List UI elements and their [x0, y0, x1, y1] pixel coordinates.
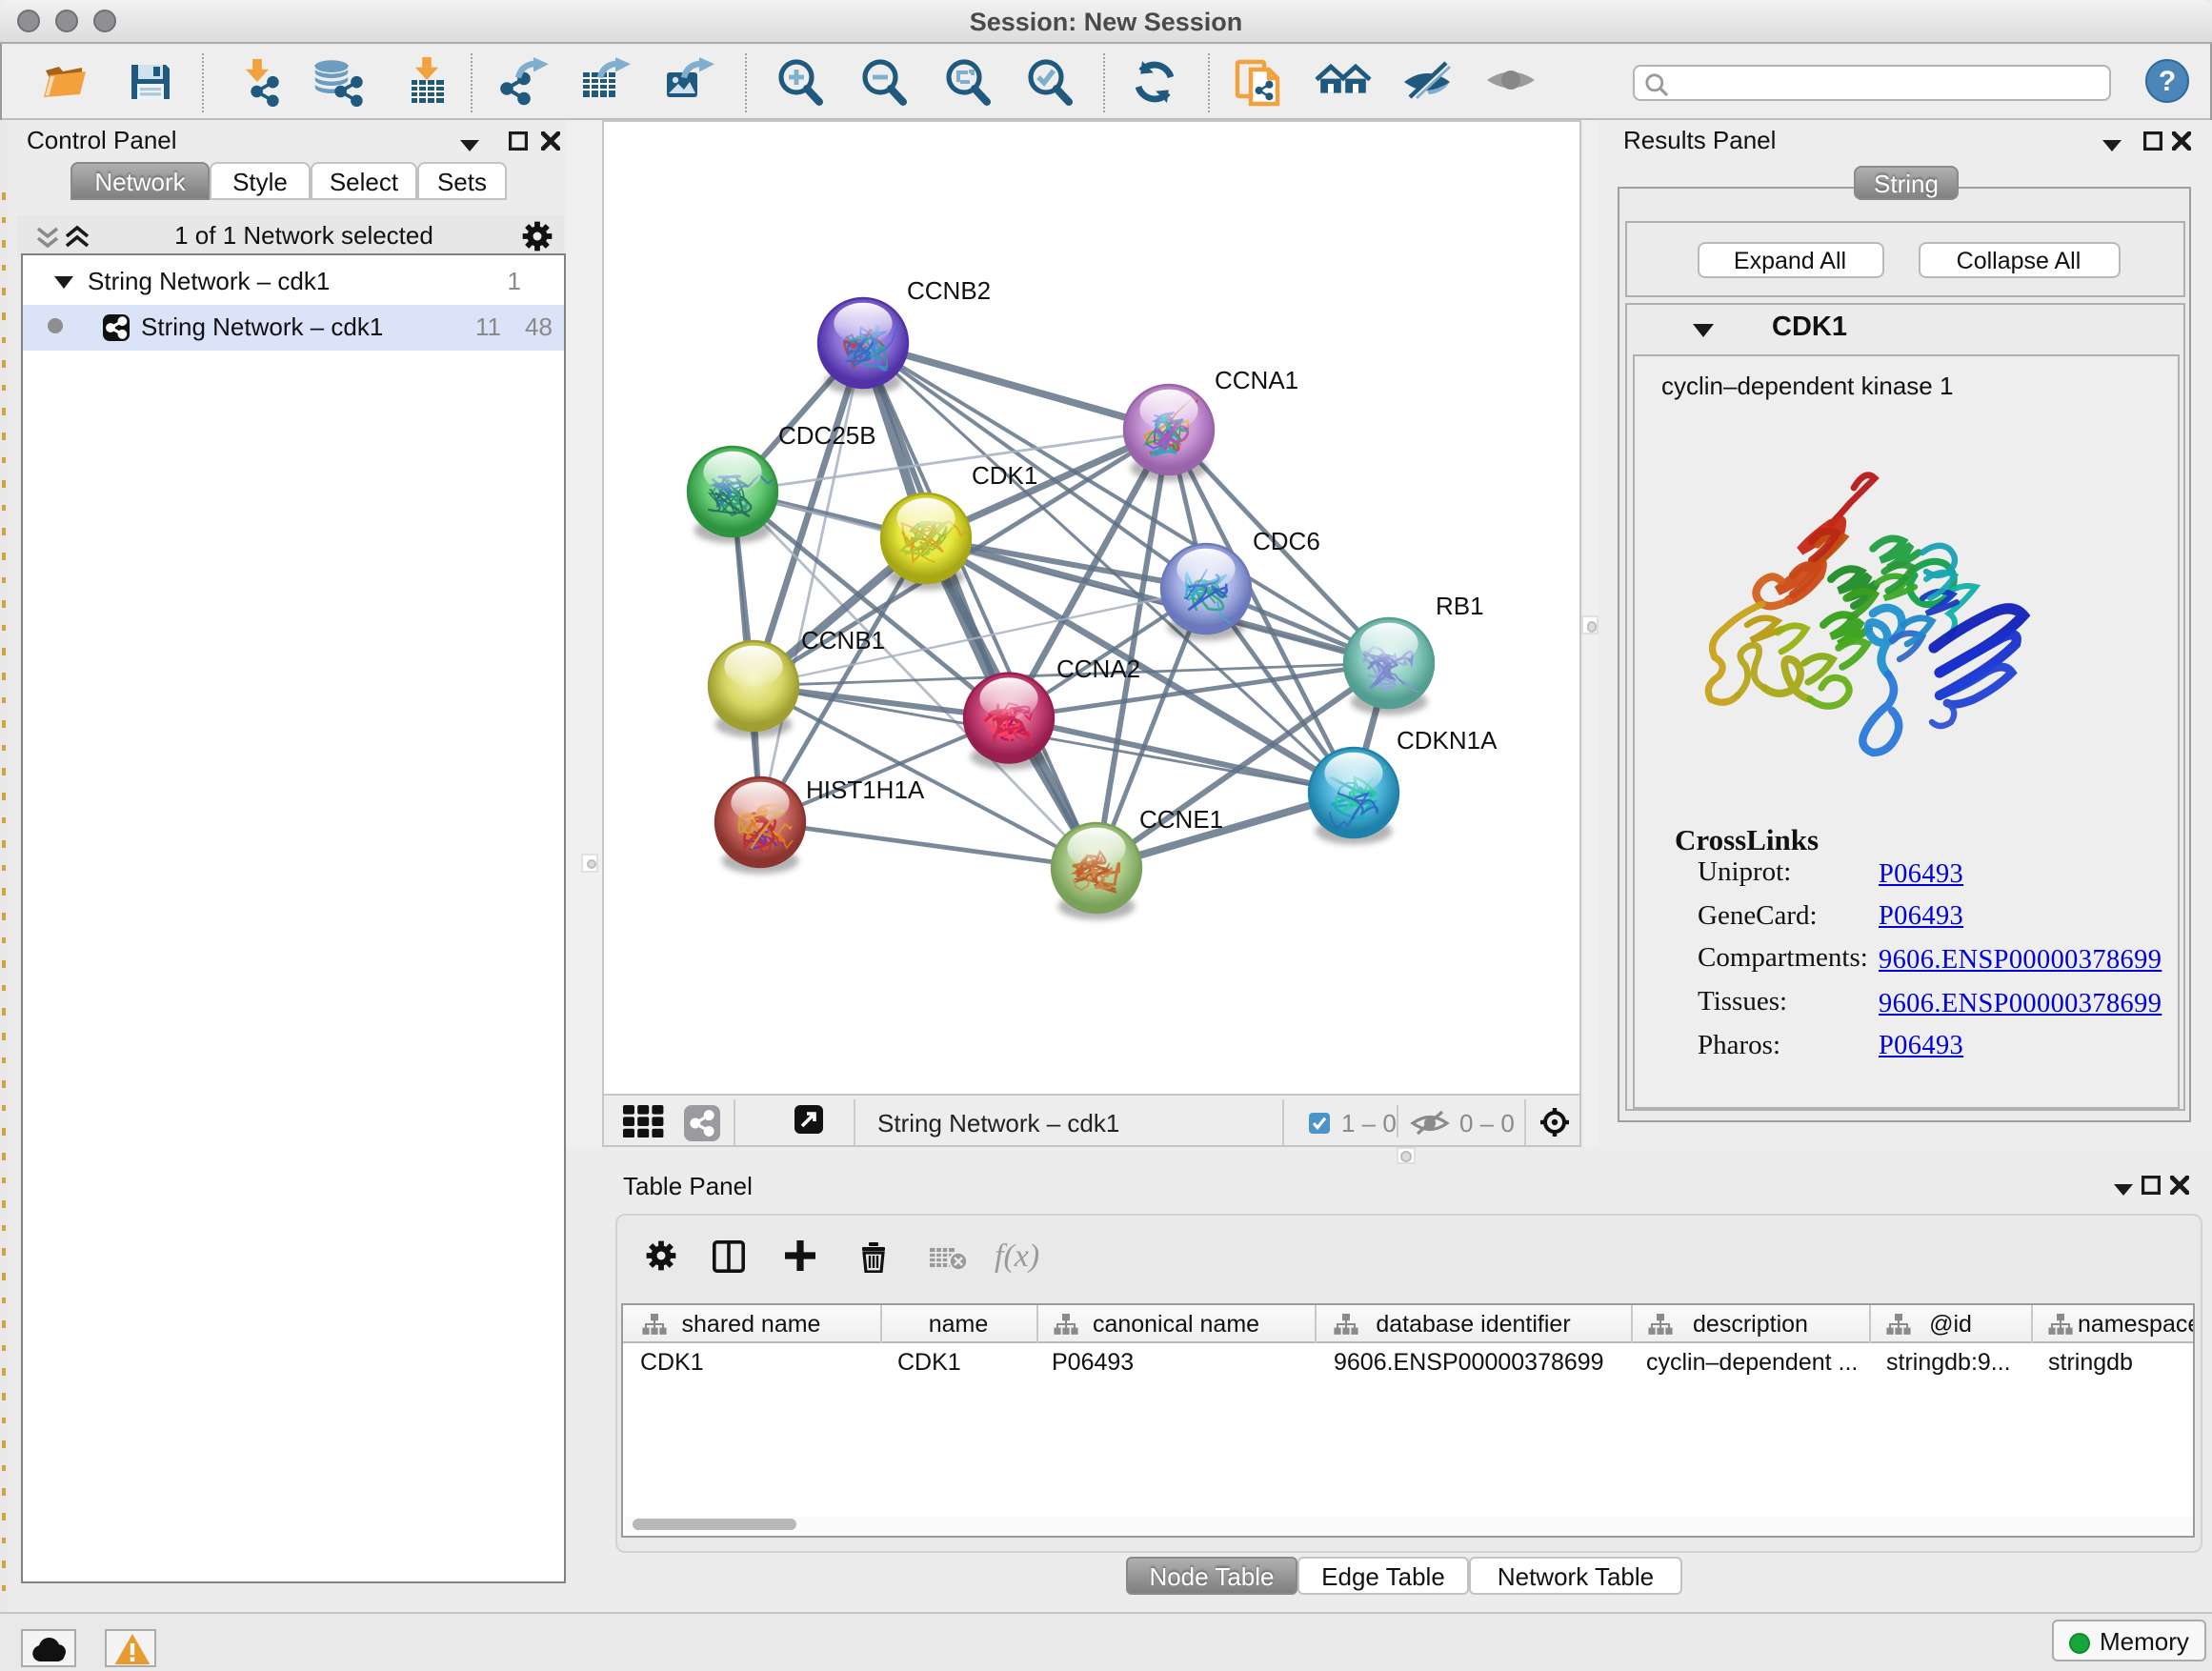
svg-text:CDC25B: CDC25B	[777, 421, 875, 450]
svg-text:CCNB1: CCNB1	[800, 626, 884, 654]
svg-text:CCNA2: CCNA2	[1056, 654, 1139, 683]
svg-text:HIST1H1A: HIST1H1A	[805, 775, 924, 804]
svg-text:CCNA1: CCNA1	[1214, 366, 1297, 394]
svg-text:f(x): f(x)	[994, 1238, 1038, 1274]
svg-text:CDKN1A: CDKN1A	[1396, 726, 1497, 755]
svg-text:CDK1: CDK1	[971, 461, 1036, 490]
svg-text:CDC6: CDC6	[1252, 527, 1319, 555]
svg-text:RB1: RB1	[1435, 592, 1483, 620]
svg-text:?: ?	[2158, 66, 2175, 97]
svg-text:CCNB2: CCNB2	[906, 276, 990, 305]
svg-text:CCNE1: CCNE1	[1138, 805, 1222, 834]
